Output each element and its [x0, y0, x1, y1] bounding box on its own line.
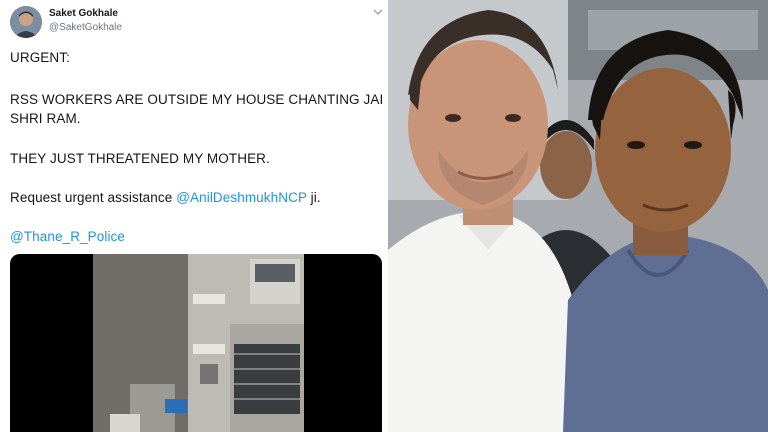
chevron-down-icon[interactable] — [372, 6, 384, 18]
avatar[interactable] — [10, 6, 42, 38]
tweet-card: Saket Gokhale @SaketGokhale URGENT: RSS … — [0, 0, 388, 432]
mention-link[interactable]: @AnilDeshmukhNCP — [176, 190, 307, 205]
tweet-text-line: Request urgent assistance @AnilDeshmukhN… — [10, 190, 321, 205]
video-frame — [10, 254, 382, 432]
author-name[interactable]: Saket Gokhale — [49, 8, 118, 19]
tweet-text-line: RSS WORKERS ARE OUTSIDE MY HOUSE CHANTIN… — [10, 92, 384, 107]
tweet-text-line: THEY JUST THREATENED MY MOTHER. — [10, 151, 270, 166]
tweet-text-fragment: Request urgent assistance — [10, 190, 177, 205]
photo-image — [388, 0, 768, 432]
photo — [388, 0, 768, 432]
tweet-text-line: URGENT: — [10, 50, 70, 65]
author-handle[interactable]: @SaketGokhale — [49, 22, 122, 33]
tweet-text-fragment: ji. — [306, 190, 321, 205]
mention-link[interactable]: @Thane_R_Police — [10, 229, 125, 244]
tweet-text-line: SHRI RAM. — [10, 111, 81, 126]
tweet-video-thumbnail[interactable] — [10, 254, 382, 432]
